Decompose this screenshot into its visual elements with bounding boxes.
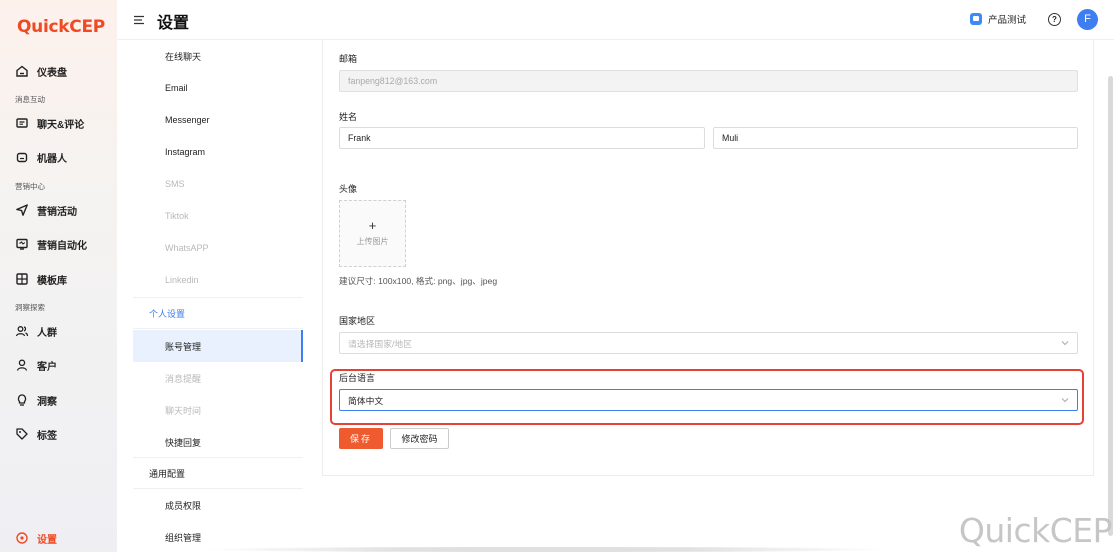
left-nav: Quick CEP 仪表盘 消息互动 聊天&评论 机器人 营销中心 营销活动 营销… [0, 0, 117, 552]
automation-icon [15, 237, 29, 251]
nav-section-insight: 洞察探索 [15, 303, 45, 312]
nav-customers[interactable]: 客户 [15, 355, 57, 375]
nav-settings[interactable]: 设置 [15, 528, 57, 548]
top-bar: 设置 产品测试 ? F [117, 0, 1114, 40]
logo-uick: uick [31, 17, 70, 37]
name-label: 姓名 [339, 112, 358, 122]
avatar-label: 头像 [339, 184, 358, 194]
logo-cep: CEP [69, 17, 105, 37]
submenu-group-general[interactable]: 通用配置 [133, 457, 303, 489]
nav-insight-label: 洞察 [37, 396, 57, 408]
nav-dashboard-label: 仪表盘 [37, 67, 67, 79]
nav-automation[interactable]: 营销自动化 [15, 234, 87, 254]
email-field: fanpeng812@163.com [339, 70, 1078, 92]
help-icon[interactable]: ? [1048, 13, 1061, 26]
menu-toggle-icon[interactable] [133, 13, 145, 25]
user-avatar[interactable]: F [1077, 9, 1098, 30]
workspace-switcher[interactable]: 产品测试 [969, 12, 1026, 26]
submenu-tiktok: Tiktok [165, 211, 189, 221]
nav-templates[interactable]: 模板库 [15, 269, 67, 289]
nav-campaign[interactable]: 营销活动 [15, 200, 77, 220]
plus-icon: + [368, 218, 377, 233]
page-title: 设置 [157, 15, 190, 32]
user-icon [15, 358, 29, 372]
submenu-members[interactable]: 成员权限 [133, 489, 303, 521]
workspace-icon [969, 13, 982, 25]
avatar-hint: 建议尺寸: 100x100, 格式: png、jpg、jpeg [339, 276, 498, 286]
logo-q: Q [17, 17, 32, 37]
template-icon [15, 272, 29, 286]
nav-chat[interactable]: 聊天&评论 [15, 113, 84, 133]
nav-section-messaging: 消息互动 [15, 95, 45, 104]
upload-label: 上传图片 [356, 237, 389, 246]
chat-icon [15, 116, 29, 130]
nav-automation-label: 营销自动化 [37, 240, 87, 252]
page-scrollbar[interactable] [1106, 40, 1114, 552]
submenu-group-personal[interactable]: 个人设置 [133, 297, 303, 329]
email-label: 邮箱 [339, 54, 358, 64]
chevron-down-icon [1061, 396, 1069, 404]
submenu-sms: SMS [165, 179, 185, 189]
submenu-linkedin: Linkedin [165, 275, 199, 285]
change-password-button[interactable]: 修改密码 [390, 428, 449, 449]
submenu-email[interactable]: Email [133, 72, 303, 104]
submenu-quick-reply[interactable]: 快捷回复 [133, 426, 303, 458]
watermark: QuickCEP [958, 511, 1113, 550]
robot-icon [15, 150, 29, 164]
chevron-down-icon [1061, 339, 1069, 347]
avatar-upload[interactable]: + 上传图片 [339, 200, 406, 267]
nav-customers-label: 客户 [37, 361, 57, 373]
lightbulb-icon [15, 393, 29, 407]
nav-section-marketing: 营销中心 [15, 182, 45, 191]
quickcep-logo[interactable]: Quick CEP [17, 15, 105, 39]
submenu-whatsapp: WhatsAPP [165, 243, 209, 253]
submenu-messenger[interactable]: Messenger [133, 104, 303, 136]
nav-chat-label: 聊天&评论 [37, 119, 85, 131]
last-name-input[interactable]: Muli [713, 127, 1078, 149]
app-root: Quick CEP 仪表盘 消息互动 聊天&评论 机器人 营销中心 营销活动 营销… [0, 0, 1114, 552]
nav-tags[interactable]: 标签 [15, 424, 57, 444]
country-label: 国家地区 [339, 316, 376, 326]
language-label: 后台语言 [339, 373, 376, 383]
country-select[interactable]: 请选择国家/地区 [339, 332, 1078, 354]
submenu-instagram[interactable]: Instagram [133, 136, 303, 168]
settings-submenu: 在线聊天 Email Messenger Instagram SMS Tikto… [133, 40, 303, 552]
nav-audience-label: 人群 [37, 327, 57, 339]
account-form-panel: 邮箱 fanpeng812@163.com 姓名 Frank Muli 头像 +… [322, 40, 1094, 476]
nav-templates-label: 模板库 [37, 275, 67, 287]
send-icon [15, 203, 29, 217]
nav-insight[interactable]: 洞察 [15, 390, 57, 410]
nav-campaign-label: 营销活动 [37, 206, 77, 218]
bottom-shadow [200, 547, 890, 552]
home-icon [15, 64, 29, 78]
country-select-placeholder: 请选择国家/地区 [348, 338, 413, 349]
scrollbar-thumb[interactable] [1108, 76, 1113, 536]
submenu-chat-time: 聊天时间 [165, 405, 202, 416]
submenu-notifications: 消息提醒 [165, 373, 202, 384]
workspace-name: 产品测试 [987, 15, 1026, 26]
tag-icon [15, 427, 29, 441]
nav-settings-label: 设置 [37, 534, 57, 546]
first-name-input[interactable]: Frank [339, 127, 705, 149]
nav-dashboard[interactable]: 仪表盘 [15, 61, 67, 81]
submenu-live-chat[interactable]: 在线聊天 [133, 40, 303, 72]
nav-audience[interactable]: 人群 [15, 321, 57, 341]
submenu-account[interactable]: 账号管理 [133, 330, 303, 362]
save-button[interactable]: 保存 [339, 428, 383, 449]
language-select-value: 简体中文 [348, 395, 384, 406]
language-select[interactable]: 简体中文 [339, 389, 1078, 411]
nav-tags-label: 标签 [37, 430, 57, 442]
group-icon [15, 324, 29, 338]
settings-icon [15, 531, 29, 545]
nav-bot[interactable]: 机器人 [15, 147, 67, 167]
nav-bot-label: 机器人 [37, 153, 67, 165]
